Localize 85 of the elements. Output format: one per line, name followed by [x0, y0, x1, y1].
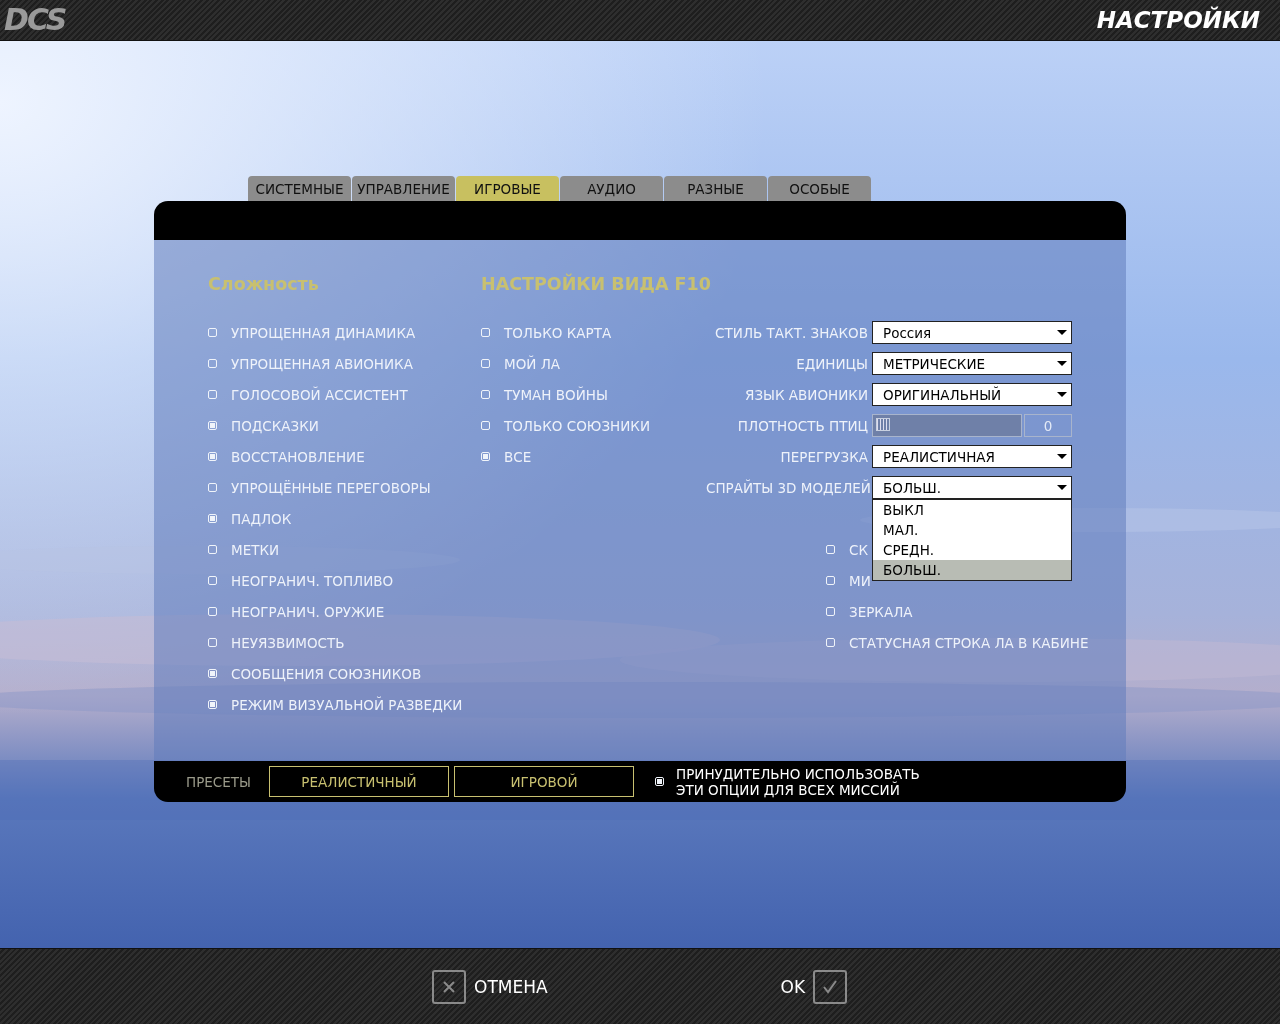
dropdown-option[interactable]: МАЛ.: [873, 520, 1071, 540]
checkbox[interactable]: [481, 390, 490, 399]
checkbox-label: НЕОГРАНИЧ. ОРУЖИЕ: [231, 603, 385, 620]
setting-label: ПЕРЕГРУЗКА: [779, 448, 868, 465]
checkbox-label: СТАТУСНАЯ СТРОКА ЛА В КАБИНЕ: [849, 634, 1089, 651]
checkbox-label: НЕОГРАНИЧ. ТОПЛИВО: [231, 572, 394, 589]
setting-label: ПЛОТНОСТЬ ПТИЦ: [736, 417, 868, 434]
checkbox[interactable]: [208, 607, 217, 616]
checkbox[interactable]: [826, 638, 835, 647]
checkbox-label: ВОССТАНОВЛЕНИЕ: [231, 448, 365, 465]
cancel-button[interactable]: ОТМЕНА: [432, 970, 548, 1004]
caret-icon: [1057, 330, 1067, 335]
dropdown-option[interactable]: СРЕДН.: [873, 540, 1071, 560]
checkbox[interactable]: [208, 359, 217, 368]
dropdown[interactable]: РЕАЛИСТИЧНАЯ: [872, 445, 1072, 468]
checkbox-label: УПРОЩЕННАЯ АВИОНИКА: [231, 355, 413, 372]
preset-button[interactable]: ИГРОВОЙ: [454, 766, 634, 797]
checkbox[interactable]: [208, 576, 217, 585]
tab[interactable]: ОСОБЫЕ: [768, 176, 871, 201]
checkbox-label: ТУМАН ВОЙНЫ: [504, 386, 608, 403]
setting-label: ЯЗЫК АВИОНИКИ: [744, 386, 868, 403]
section-heading: Сложность: [208, 274, 320, 296]
checkbox[interactable]: [481, 359, 490, 368]
window-title: НАСТРОЙКИ: [1096, 7, 1260, 33]
checkbox-label: ПРИНУДИТЕЛЬНО ИСПОЛЬЗОВАТЬ ЭТИ ОПЦИИ ДЛЯ ВСЕХ МИССИЙ: [676, 765, 921, 798]
checkbox[interactable]: [826, 607, 835, 616]
dropdown[interactable]: МЕТРИЧЕСКИЕ: [872, 352, 1072, 375]
section-heading: НАСТРОЙКИ ВИДА F10: [481, 274, 712, 296]
dropdown-option[interactable]: БОЛЬШ.: [873, 560, 1071, 580]
checkbox-label: ВСЕ: [504, 448, 532, 465]
preset-button[interactable]: РЕАЛИСТИЧНЫЙ: [269, 766, 449, 797]
checkbox[interactable]: [208, 421, 217, 430]
caret-icon: [1057, 485, 1067, 490]
close-icon: [432, 970, 466, 1004]
tab[interactable]: РАЗНЫЕ: [664, 176, 767, 201]
checkbox[interactable]: [208, 545, 217, 554]
checkmark-icon: [813, 970, 848, 1004]
logo: DCS: [4, 3, 66, 37]
caret-icon: [1057, 392, 1067, 397]
checkbox[interactable]: [208, 452, 217, 461]
caret-icon: [1057, 454, 1067, 459]
dropdown[interactable]: БОЛЬШ.: [872, 476, 1072, 499]
checkbox[interactable]: [481, 421, 490, 430]
checkbox-label: ЗЕРКАЛА: [849, 603, 913, 620]
checkbox[interactable]: [655, 777, 664, 786]
setting-label: СПРАЙТЫ 3D МОДЕЛЕЙ: [706, 479, 868, 496]
setting-label: ЕДИНИЦЫ: [795, 355, 868, 372]
checkbox-label: СК: [849, 541, 868, 558]
checkbox-label: ПАДЛОК: [231, 510, 292, 527]
caret-icon: [1057, 361, 1067, 366]
checkbox-label: ТОЛЬКО СОЮЗНИКИ: [504, 417, 650, 434]
dropdown[interactable]: ОРИГИНАЛЬНЫЙ: [872, 383, 1072, 406]
checkbox-label: НЕУЯЗВИМОСТЬ: [231, 634, 345, 651]
checkbox[interactable]: [208, 700, 217, 709]
checkbox-label: РЕЖИМ ВИЗУАЛЬНОЙ РАЗВЕДКИ: [231, 696, 463, 713]
tab[interactable]: АУДИО: [560, 176, 663, 201]
checkbox[interactable]: [208, 483, 217, 492]
checkbox-label: УПРОЩЕННАЯ ДИНАМИКА: [231, 324, 416, 341]
presets-label: ПРЕСЕТЫ: [186, 773, 252, 790]
checkbox-label: ПОДСКАЗКИ: [231, 417, 319, 434]
checkbox[interactable]: [208, 669, 217, 678]
tab[interactable]: ИГРОВЫЕ: [456, 176, 559, 201]
checkbox-label: МОЙ ЛА: [504, 355, 561, 372]
checkbox-label: СООБЩЕНИЯ СОЮЗНИКОВ: [231, 665, 422, 682]
dropdown-option[interactable]: ВЫКЛ: [873, 500, 1071, 520]
checkbox[interactable]: [826, 576, 835, 585]
checkbox-label: УПРОЩЁННЫЕ ПЕРЕГОВОРЫ: [231, 479, 431, 496]
checkbox-label: ГОЛОСОВОЙ АССИСТЕНТ: [231, 386, 408, 403]
checkbox[interactable]: [481, 328, 490, 337]
checkbox[interactable]: [826, 545, 835, 554]
tab[interactable]: СИСТЕМНЫЕ: [248, 176, 351, 201]
checkbox-label: МИ: [849, 572, 871, 589]
checkbox[interactable]: [208, 328, 217, 337]
checkbox[interactable]: [481, 452, 490, 461]
tab[interactable]: УПРАВЛЕНИЕ: [352, 176, 455, 201]
checkbox-label: МЕТКИ: [231, 541, 280, 558]
slider-thumb[interactable]: [876, 418, 890, 431]
setting-label: СТИЛЬ ТАКТ. ЗНАКОВ: [714, 324, 868, 341]
slider-track[interactable]: [872, 414, 1022, 437]
dropdown[interactable]: Россия: [872, 321, 1072, 344]
checkbox-label: ТОЛЬКО КАРТА: [504, 324, 612, 341]
ok-button[interactable]: OK: [780, 970, 848, 1004]
checkbox[interactable]: [208, 390, 217, 399]
checkbox[interactable]: [208, 638, 217, 647]
checkbox[interactable]: [208, 514, 217, 523]
